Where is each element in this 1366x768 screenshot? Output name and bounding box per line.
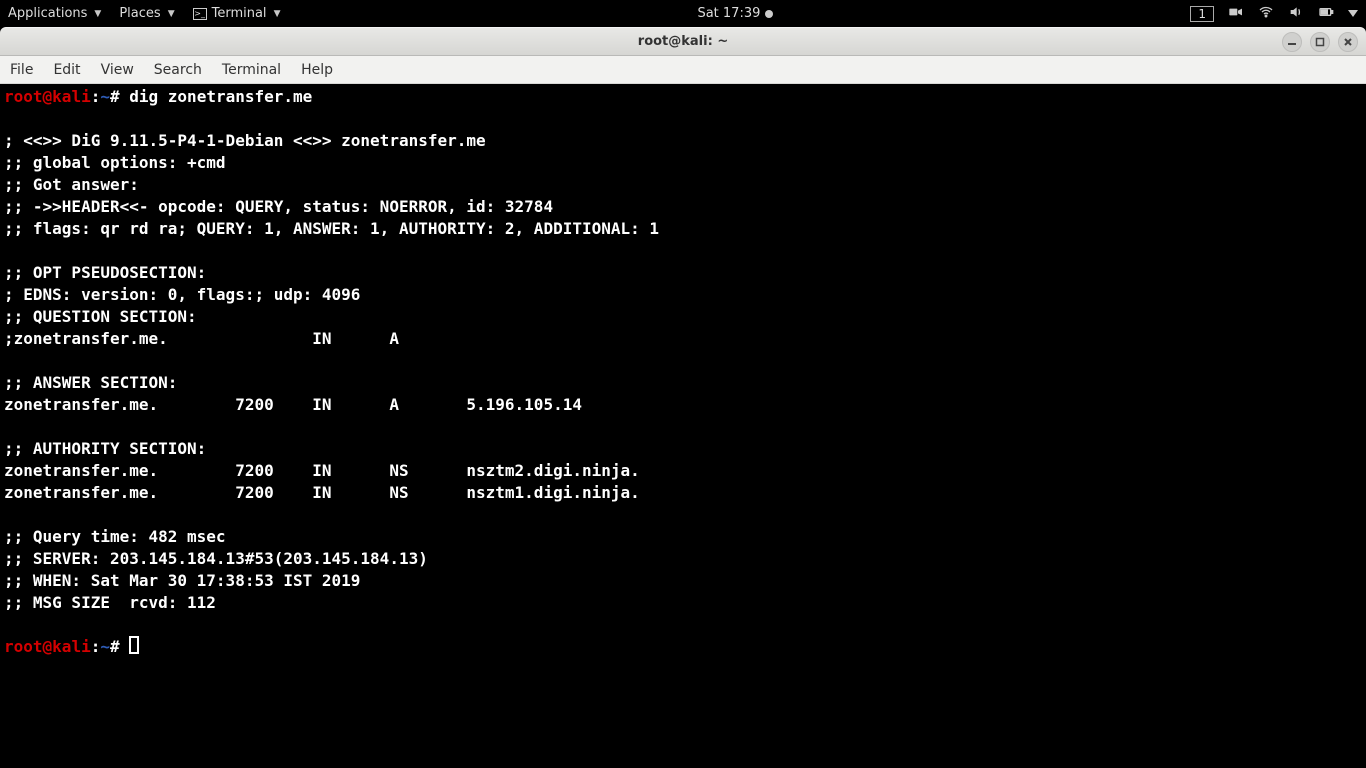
output-line: ;; Query time: 482 msec [4, 527, 226, 546]
prompt-at: @ [43, 87, 53, 106]
output-line: ;; ANSWER SECTION: [4, 373, 177, 392]
prompt-path: ~ [100, 637, 110, 656]
system-menu-arrow-icon[interactable] [1348, 10, 1358, 17]
output-line: ;; AUTHORITY SECTION: [4, 439, 206, 458]
menu-terminal[interactable]: Terminal [222, 62, 281, 78]
window-titlebar[interactable]: root@kali: ~ [0, 27, 1366, 56]
prompt-colon: : [91, 637, 101, 656]
menu-help[interactable]: Help [301, 62, 333, 78]
terminal-icon: >_ [193, 8, 207, 20]
output-line: ;; OPT PSEUDOSECTION: [4, 263, 206, 282]
video-recorder-icon[interactable] [1228, 4, 1244, 24]
applications-label: Applications [8, 6, 87, 21]
output-line: zonetransfer.me. 7200 IN NS nsztm1.digi.… [4, 483, 640, 502]
prompt-hash: # [110, 637, 120, 656]
places-label: Places [119, 6, 160, 21]
prompt-user: root [4, 87, 43, 106]
output-line: ;; flags: qr rd ra; QUERY: 1, ANSWER: 1,… [4, 219, 659, 238]
output-line: zonetransfer.me. 7200 IN A 5.196.105.14 [4, 395, 582, 414]
prompt-path: ~ [100, 87, 110, 106]
menu-file[interactable]: File [10, 62, 33, 78]
network-wifi-icon[interactable] [1258, 4, 1274, 24]
battery-icon[interactable] [1318, 4, 1334, 24]
places-menu[interactable]: Places ▼ [119, 6, 174, 21]
window-close-button[interactable] [1338, 32, 1358, 52]
output-line: ;zonetransfer.me. IN A [4, 329, 399, 348]
output-line: ;; SERVER: 203.145.184.13#53(203.145.184… [4, 549, 428, 568]
clock[interactable]: Sat 17:39 [697, 6, 773, 21]
dropdown-arrow-icon: ▼ [168, 9, 175, 19]
window-maximize-button[interactable] [1310, 32, 1330, 52]
menu-search[interactable]: Search [154, 62, 202, 78]
gnome-top-bar: Applications ▼ Places ▼ >_ Terminal ▼ Sa… [0, 0, 1366, 27]
volume-icon[interactable] [1288, 4, 1304, 24]
output-line: ; <<>> DiG 9.11.5-P4-1-Debian <<>> zonet… [4, 131, 486, 150]
menu-view[interactable]: View [101, 62, 134, 78]
prompt-user: root [4, 637, 43, 656]
terminal-menubar: File Edit View Search Terminal Help [0, 56, 1366, 84]
applications-menu[interactable]: Applications ▼ [8, 6, 101, 21]
clock-label: Sat 17:39 [697, 6, 760, 21]
prompt-at: @ [43, 637, 53, 656]
window-minimize-button[interactable] [1282, 32, 1302, 52]
dropdown-arrow-icon: ▼ [94, 9, 101, 19]
dropdown-arrow-icon: ▼ [274, 9, 281, 19]
terminal-app-menu[interactable]: >_ Terminal ▼ [193, 6, 281, 21]
workspace-indicator[interactable]: 1 [1190, 6, 1214, 22]
prompt-hash: # [110, 87, 120, 106]
prompt-host: kali [52, 87, 91, 106]
window-title: root@kali: ~ [638, 34, 728, 49]
prompt-host: kali [52, 637, 91, 656]
output-line: ;; Got answer: [4, 175, 139, 194]
terminal-app-label: Terminal [212, 6, 267, 21]
output-line: ;; ->>HEADER<<- opcode: QUERY, status: N… [4, 197, 553, 216]
prompt-colon: : [91, 87, 101, 106]
output-line: zonetransfer.me. 7200 IN NS nsztm2.digi.… [4, 461, 640, 480]
command-text: dig zonetransfer.me [120, 87, 313, 106]
menu-edit[interactable]: Edit [53, 62, 80, 78]
output-line: ;; MSG SIZE rcvd: 112 [4, 593, 216, 612]
terminal-viewport[interactable]: root@kali:~# dig zonetransfer.me ; <<>> … [0, 84, 1366, 768]
notification-dot-icon [765, 10, 773, 18]
output-line: ; EDNS: version: 0, flags:; udp: 4096 [4, 285, 360, 304]
cursor-icon [129, 636, 139, 654]
output-line: ;; global options: +cmd [4, 153, 226, 172]
output-line: ;; WHEN: Sat Mar 30 17:38:53 IST 2019 [4, 571, 360, 590]
output-line: ;; QUESTION SECTION: [4, 307, 197, 326]
